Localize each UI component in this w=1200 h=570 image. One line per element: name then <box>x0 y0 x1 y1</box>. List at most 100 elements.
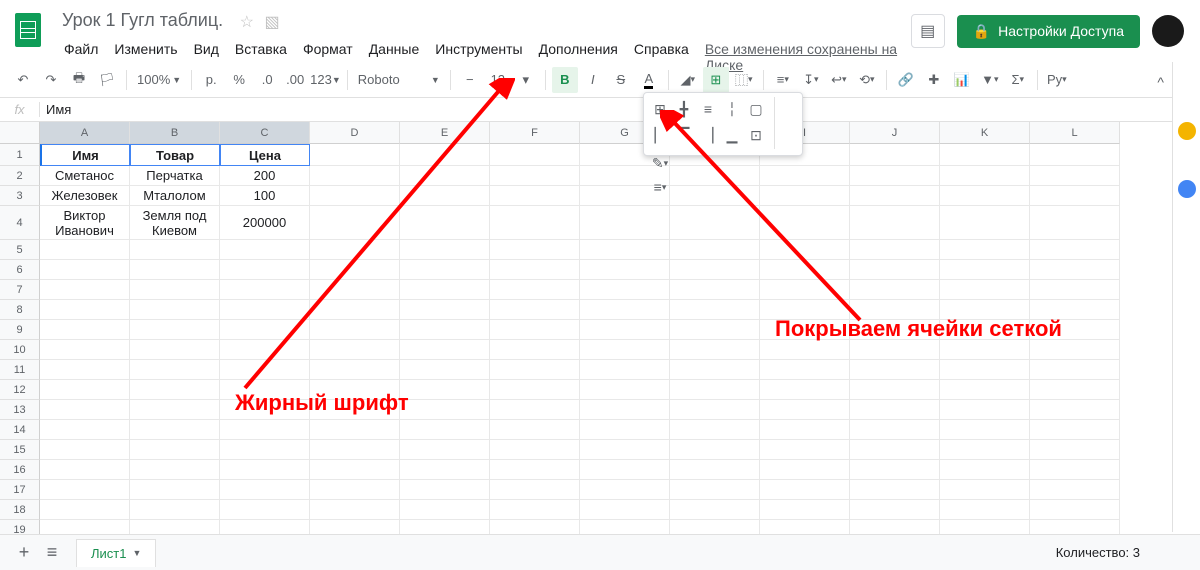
cell[interactable] <box>310 206 400 240</box>
border-left-icon[interactable]: ▏ <box>648 123 672 147</box>
cell[interactable] <box>1030 380 1120 400</box>
row-header[interactable]: 6 <box>0 260 40 280</box>
cell[interactable] <box>130 320 220 340</box>
cell[interactable] <box>490 500 580 520</box>
functions-button[interactable]: Σ▾ <box>1005 67 1031 93</box>
cell[interactable] <box>940 280 1030 300</box>
filter-button[interactable]: ▼▾ <box>977 67 1003 93</box>
cell[interactable] <box>220 420 310 440</box>
cell[interactable] <box>1030 240 1120 260</box>
cell[interactable] <box>400 260 490 280</box>
cell[interactable] <box>940 206 1030 240</box>
keep-icon[interactable] <box>1178 122 1196 140</box>
col-header[interactable]: L <box>1030 122 1120 144</box>
cell[interactable] <box>400 440 490 460</box>
row-header[interactable]: 8 <box>0 300 40 320</box>
h-align-button[interactable]: ≡▾ <box>770 67 796 93</box>
cell[interactable] <box>400 280 490 300</box>
cell[interactable] <box>940 360 1030 380</box>
border-inner-icon[interactable]: ╋ <box>672 97 696 121</box>
cell[interactable] <box>760 206 850 240</box>
cell[interactable] <box>760 500 850 520</box>
cell[interactable] <box>490 380 580 400</box>
cell[interactable] <box>310 420 400 440</box>
cell[interactable] <box>760 280 850 300</box>
cell[interactable] <box>490 340 580 360</box>
cell[interactable]: 100 <box>220 186 310 206</box>
row-header[interactable]: 12 <box>0 380 40 400</box>
comments-button[interactable]: ▤ <box>911 14 945 48</box>
sheet-tab[interactable]: Лист1▼ <box>76 539 156 567</box>
cell[interactable] <box>400 400 490 420</box>
cell[interactable] <box>310 186 400 206</box>
share-button[interactable]: 🔒 Настройки Доступа <box>957 15 1140 48</box>
cell[interactable] <box>580 420 670 440</box>
cell[interactable] <box>490 166 580 186</box>
cell[interactable] <box>580 360 670 380</box>
cell[interactable] <box>40 300 130 320</box>
cell[interactable] <box>760 440 850 460</box>
cell[interactable] <box>940 500 1030 520</box>
cell[interactable] <box>850 500 940 520</box>
cell[interactable] <box>40 360 130 380</box>
cell[interactable] <box>670 500 760 520</box>
font-size-input[interactable]: 12 <box>485 72 511 87</box>
toolbar-overflow-icon[interactable]: ^ <box>1157 74 1164 90</box>
col-header[interactable]: F <box>490 122 580 144</box>
cell[interactable] <box>670 280 760 300</box>
cell[interactable] <box>490 240 580 260</box>
cell[interactable] <box>580 260 670 280</box>
decrease-decimal-button[interactable]: .0 <box>254 67 280 93</box>
border-vertical-icon[interactable]: ╎ <box>720 97 744 121</box>
cell[interactable] <box>220 280 310 300</box>
cell[interactable] <box>850 380 940 400</box>
cell[interactable] <box>130 360 220 380</box>
cell[interactable] <box>310 320 400 340</box>
undo-button[interactable]: ↶ <box>10 67 36 93</box>
cell[interactable] <box>220 440 310 460</box>
cell[interactable] <box>130 340 220 360</box>
cell[interactable] <box>940 340 1030 360</box>
cell[interactable] <box>310 300 400 320</box>
cell[interactable]: Мталолом <box>130 186 220 206</box>
cell[interactable] <box>490 144 580 166</box>
print-button[interactable]: 🖶 <box>66 67 92 93</box>
cell[interactable] <box>490 186 580 206</box>
cell[interactable] <box>580 500 670 520</box>
cell[interactable] <box>1030 340 1120 360</box>
cell[interactable] <box>400 186 490 206</box>
cell[interactable] <box>670 440 760 460</box>
cell[interactable] <box>310 144 400 166</box>
cell[interactable] <box>400 500 490 520</box>
cell[interactable] <box>130 380 220 400</box>
cell[interactable] <box>40 420 130 440</box>
cell[interactable] <box>490 206 580 240</box>
cell[interactable] <box>400 360 490 380</box>
col-header[interactable]: E <box>400 122 490 144</box>
zoom-select[interactable]: 100%▼ <box>133 72 185 87</box>
cell[interactable] <box>850 440 940 460</box>
cell[interactable] <box>130 480 220 500</box>
cell[interactable] <box>670 340 760 360</box>
row-header[interactable]: 4 <box>0 206 40 240</box>
cell[interactable] <box>580 300 670 320</box>
cell[interactable] <box>850 144 940 166</box>
cell[interactable] <box>40 400 130 420</box>
col-header[interactable]: B <box>130 122 220 144</box>
cell[interactable] <box>940 400 1030 420</box>
row-header[interactable]: 3 <box>0 186 40 206</box>
cell[interactable] <box>40 260 130 280</box>
row-header[interactable]: 14 <box>0 420 40 440</box>
cell[interactable] <box>310 260 400 280</box>
cell[interactable] <box>1030 400 1120 420</box>
fx-input[interactable]: Имя <box>40 102 71 117</box>
cell[interactable] <box>760 420 850 440</box>
row-header[interactable]: 10 <box>0 340 40 360</box>
v-align-button[interactable]: ↧▾ <box>798 67 824 93</box>
cell[interactable] <box>940 240 1030 260</box>
cell[interactable] <box>400 144 490 166</box>
cell[interactable] <box>310 500 400 520</box>
percent-button[interactable]: % <box>226 67 252 93</box>
cell[interactable] <box>220 500 310 520</box>
add-sheet-button[interactable]: + <box>10 539 38 567</box>
